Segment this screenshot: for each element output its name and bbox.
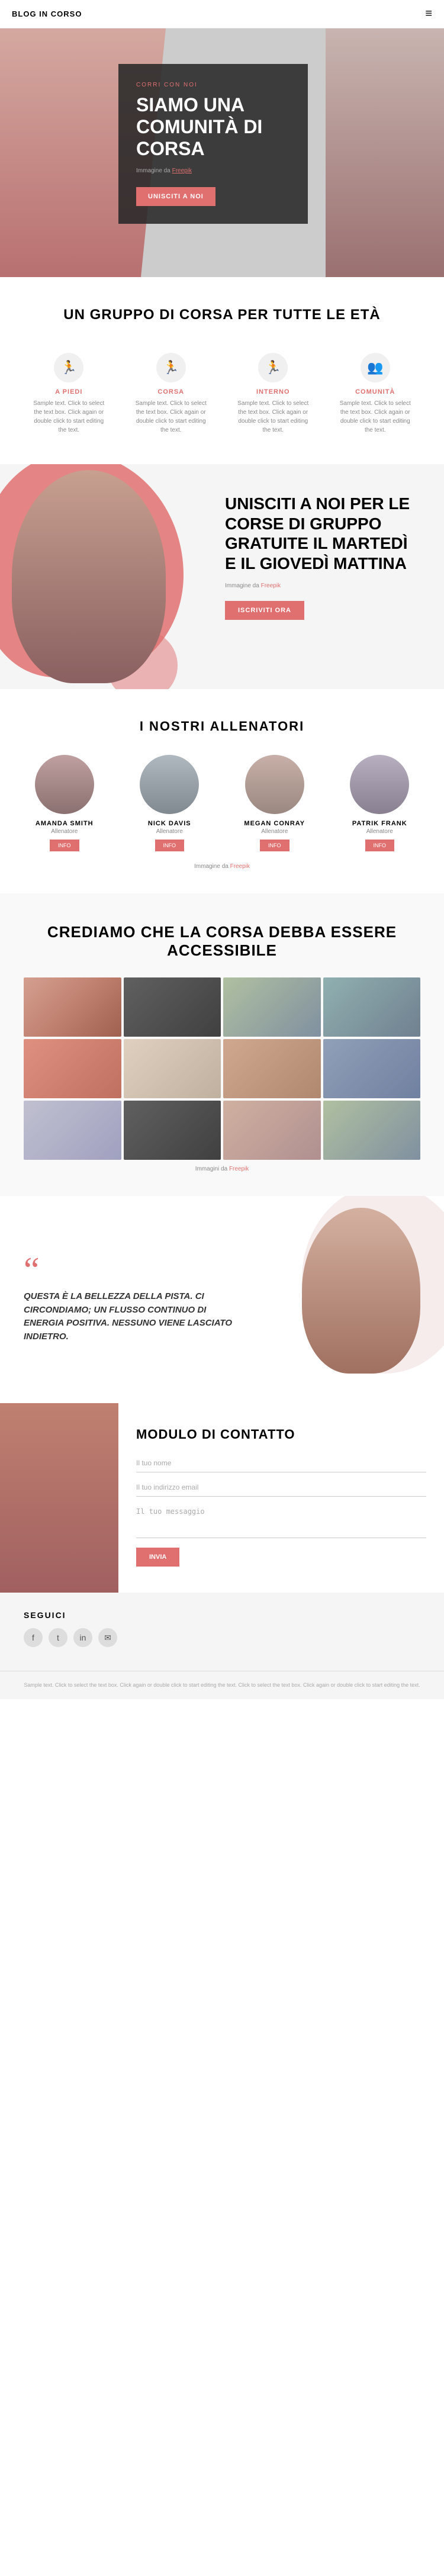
facebook-icon[interactable]: f	[24, 1628, 43, 1647]
photo-grid	[24, 977, 420, 1160]
trainer-info-button-2[interactable]: Info	[260, 840, 289, 851]
twitter-icon[interactable]: t	[49, 1628, 67, 1647]
photo-2	[124, 977, 221, 1037]
linkedin-icon[interactable]: in	[73, 1628, 92, 1647]
feature-text-0: Sample text. Click to select the text bo…	[30, 399, 108, 435]
photo-1	[24, 977, 121, 1037]
trainers-section: I NOSTRI ALLENATORI AMANDA SMITH Allenat…	[0, 689, 444, 893]
hero-desc: Immagine da Freepik	[136, 166, 290, 175]
feature-title-3: COMUNITÀ	[336, 388, 415, 395]
join-section: UNISCITI A NOI PER LE CORSE DI GRUPPO GR…	[0, 464, 444, 689]
photo-7	[223, 1039, 321, 1098]
feature-item-1: 🏃 CORSA Sample text. Click to select the…	[126, 347, 217, 440]
social-heading: SEGUICI	[24, 1610, 420, 1620]
quote-mark: “	[24, 1256, 249, 1284]
group-heading: UN GRUPPO DI CORSA PER TUTTE LE ETÀ	[24, 307, 420, 323]
join-woman-image	[12, 470, 166, 683]
feature-text-3: Sample text. Click to select the text bo…	[336, 399, 415, 435]
feature-icon-0: 🏃	[54, 353, 83, 382]
trainer-card-0: AMANDA SMITH Allenatore Info	[18, 755, 111, 851]
quote-section: “ QUESTA È LA BELLEZZA DELLA PISTA. CI C…	[0, 1196, 444, 1403]
feature-item-3: 👥 COMUNITÀ Sample text. Click to select …	[330, 347, 421, 440]
contact-form-area: MODULO DI CONTATTO INVIA	[118, 1403, 444, 1593]
photo-5	[24, 1039, 121, 1098]
trainer-info-button-3[interactable]: Info	[365, 840, 395, 851]
feature-item-0: 🏃 A PIEDI Sample text. Click to select t…	[24, 347, 114, 440]
email-input[interactable]	[136, 1478, 426, 1497]
trainer-info-button-0[interactable]: Info	[50, 840, 79, 851]
quote-woman-image	[302, 1208, 420, 1374]
footer-text: Sample text. Click to select the text bo…	[24, 1681, 420, 1689]
join-button[interactable]: ISCRIVITI ORA	[225, 601, 304, 620]
site-logo: BLOG IN CORSO	[12, 9, 82, 18]
site-header: BLOG IN CORSO ≡	[0, 0, 444, 28]
trainer-card-2: MEGAN CONRAY Allenatore Info	[228, 755, 321, 851]
photo-9	[24, 1101, 121, 1160]
photo-3	[223, 977, 321, 1037]
accessible-section: CREDIAMO CHE LA CORSA DEBBA ESSERE ACCES…	[0, 893, 444, 1196]
trainer-photo-2	[245, 755, 304, 814]
trainer-photo-3	[350, 755, 409, 814]
name-input[interactable]	[136, 1454, 426, 1472]
hero-image-right	[326, 28, 444, 277]
accessible-heading: CREDIAMO CHE LA CORSA DEBBA ESSERE ACCES…	[24, 923, 420, 960]
feature-icon-3: 👥	[361, 353, 390, 382]
trainers-heading: I NOSTRI ALLENATORI	[18, 719, 426, 734]
feature-item-2: 🏃 INTERNO Sample text. Click to select t…	[228, 347, 318, 440]
feature-icon-2: 🏃	[258, 353, 288, 382]
trainer-role-3: Allenatore	[333, 828, 427, 835]
feature-title-2: INTERNO	[234, 388, 313, 395]
hero-cta-button[interactable]: UNISCITI A NOI	[136, 187, 215, 206]
social-icons: f t in ✉	[24, 1628, 420, 1647]
trainer-name-2: MEGAN CONRAY	[228, 820, 321, 827]
photo-6	[124, 1039, 221, 1098]
trainer-info-button-1[interactable]: Info	[155, 840, 185, 851]
photo-12	[323, 1101, 421, 1160]
contact-section: MODULO DI CONTATTO INVIA	[0, 1403, 444, 1593]
trainer-card-3: PATRIK FRANK Allenatore Info	[333, 755, 427, 851]
trainer-card-1: NICK DAVIS Allenatore Info	[123, 755, 217, 851]
hero-section: CORRI CON NOI SIAMO UNA COMUNITÀ DI CORS…	[0, 28, 444, 277]
trainer-name-3: PATRIK FRANK	[333, 820, 427, 827]
trainers-grid: AMANDA SMITH Allenatore Info NICK DAVIS …	[18, 755, 426, 851]
group-section: UN GRUPPO DI CORSA PER TUTTE LE ETÀ 🏃 A …	[0, 277, 444, 464]
photo-4	[323, 977, 421, 1037]
photo-10	[124, 1101, 221, 1160]
quote-content: “ QUESTA È LA BELLEZZA DELLA PISTA. CI C…	[24, 1256, 249, 1343]
hero-subtitle: CORRI CON NOI	[136, 82, 290, 88]
contact-form: INVIA	[136, 1454, 426, 1567]
trainer-name-1: NICK DAVIS	[123, 820, 217, 827]
menu-icon[interactable]: ≡	[425, 7, 432, 21]
trainer-photo-0	[35, 755, 94, 814]
message-input[interactable]	[136, 1503, 426, 1538]
photo-8	[323, 1039, 421, 1098]
features-grid: 🏃 A PIEDI Sample text. Click to select t…	[24, 347, 420, 440]
trainer-role-0: Allenatore	[18, 828, 111, 835]
trainer-name-0: AMANDA SMITH	[18, 820, 111, 827]
trainers-credit: Immagine da Freepik	[18, 863, 426, 870]
feature-text-1: Sample text. Click to select the text bo…	[132, 399, 211, 435]
join-credit: Immagine da Freepik	[225, 583, 420, 589]
photo-11	[223, 1101, 321, 1160]
photo-credit: Immagini da Freepik	[24, 1166, 420, 1172]
trainer-role-1: Allenatore	[123, 828, 217, 835]
join-content: UNISCITI A NOI PER LE CORSE DI GRUPPO GR…	[225, 494, 420, 620]
feature-title-0: A PIEDI	[30, 388, 108, 395]
quote-text: QUESTA È LA BELLEZZA DELLA PISTA. CI CIR…	[24, 1290, 249, 1343]
site-footer: Sample text. Click to select the text bo…	[0, 1671, 444, 1699]
email-icon[interactable]: ✉	[98, 1628, 117, 1647]
trainer-photo-1	[140, 755, 199, 814]
hero-overlay: CORRI CON NOI SIAMO UNA COMUNITÀ DI CORS…	[118, 64, 308, 224]
submit-button[interactable]: INVIA	[136, 1548, 179, 1567]
join-heading: UNISCITI A NOI PER LE CORSE DI GRUPPO GR…	[225, 494, 420, 573]
trainer-role-2: Allenatore	[228, 828, 321, 835]
contact-image	[0, 1403, 118, 1593]
hero-title: SIAMO UNA COMUNITÀ DI CORSA	[136, 94, 290, 159]
feature-title-1: CORSA	[132, 388, 211, 395]
feature-text-2: Sample text. Click to select the text bo…	[234, 399, 313, 435]
feature-icon-1: 🏃	[156, 353, 186, 382]
social-section: SEGUICI f t in ✉	[0, 1593, 444, 1671]
contact-heading: MODULO DI CONTATTO	[136, 1427, 426, 1442]
